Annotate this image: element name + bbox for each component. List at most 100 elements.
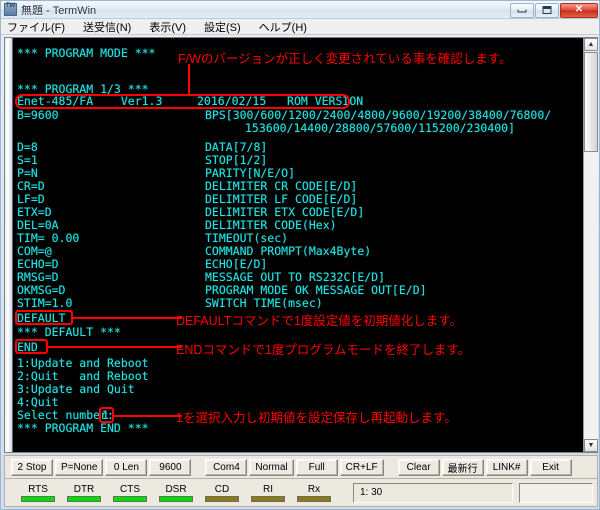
baudrate-button[interactable]: 9600 (149, 458, 192, 476)
terminal-label-bps-2: 153600/14400/28800/57600/115200/230400] (245, 121, 516, 135)
terminal-vertical-scrollbar[interactable]: ▲ ▼ (583, 38, 598, 452)
terminal-label-data: DATA[7/8] (205, 140, 268, 154)
terminal-label-tim: TIMEOUT(sec) (205, 231, 289, 245)
terminal-menu-2: 2:Quit and Reboot (17, 369, 149, 383)
annotation-box-default (15, 310, 73, 325)
annotation-default-command: DEFAULTコマンドで1度設定値を初期値化します。 (176, 314, 463, 328)
terminal-line-program-end: *** PROGRAM END *** (17, 421, 149, 435)
led-label-rts: RTS (28, 483, 48, 495)
latest-line-button[interactable]: 最新行 (441, 458, 484, 476)
terminal-value-okmsg: OKMSG=D (17, 283, 66, 297)
comport-button[interactable]: Com4 (205, 458, 248, 476)
terminal-value-stop: S=1 (17, 153, 38, 167)
newline-button[interactable]: CR+LF (339, 458, 384, 476)
left-gutter (5, 38, 13, 452)
scroll-up-icon[interactable]: ▲ (584, 38, 598, 51)
menu-transfer[interactable]: 送受信(N) (83, 19, 139, 35)
led-lamp-cts (113, 495, 147, 502)
parity-button[interactable]: P=None (55, 458, 104, 476)
terminal-label-bps-1: BPS[300/600/1200/2400/4800/9600/19200/38… (205, 108, 552, 122)
terminal-label-stop: STOP[1/2] (205, 153, 268, 167)
annotation-select-one: 1を選択入力し初期値を設定保存し再起動します。 (176, 411, 457, 425)
annotation-leader-default (72, 317, 182, 319)
menu-bar: ファイル(F) 送受信(N) 表示(V) 設定(S) ヘルプ(H) (1, 19, 599, 35)
led-lamp-rts (21, 495, 55, 502)
terminal-label-cr: DELIMITER CR CODE[E/D] (205, 179, 358, 193)
app-icon (4, 3, 17, 16)
close-icon: ✕ (574, 4, 584, 15)
terminal-menu-3: 3:Update and Quit (17, 382, 135, 396)
clear-button[interactable]: Clear (397, 458, 440, 476)
terminal-value-cr: CR=D (17, 179, 45, 193)
close-button[interactable]: ✕ (560, 2, 598, 18)
terminal-screen[interactable]: *** PROGRAM MODE *** *** PROGRAM 1/3 ***… (13, 38, 583, 452)
terminal-label-echo: ECHO[E/D] (205, 257, 268, 271)
minimize-button[interactable] (510, 2, 534, 18)
title-bar: 無題 - TermWin ✕ (1, 1, 599, 19)
led-lamp-dtr (67, 495, 101, 502)
counter-field: 1: 30 (353, 482, 513, 503)
terminal-value-etx: ETX=D (17, 205, 52, 219)
terminal-label-okmsg: PROGRAM MODE OK MESSAGE OUT[E/D] (205, 283, 427, 297)
led-lamp-dsr (159, 495, 193, 502)
terminal-label-parity: PARITY[N/E/O] (205, 166, 296, 180)
stopbit-button[interactable]: 2 Stop (11, 458, 53, 476)
menu-help[interactable]: ヘルプ(H) (259, 19, 315, 35)
terminal-value-bps: B=9600 (17, 108, 59, 122)
led-dtr: DTR (63, 484, 105, 502)
led-label-cd: CD (214, 483, 230, 495)
menu-view[interactable]: 表示(V) (149, 19, 194, 35)
restore-button[interactable] (535, 2, 559, 18)
terminal-menu-4: 4:Quit (17, 395, 59, 409)
terminal-menu-1: 1:Update and Reboot (17, 356, 149, 370)
terminal-label-com: COMMAND PROMPT(Max4Byte) (205, 244, 372, 258)
terminal-value-lf: LF=D (17, 192, 45, 206)
annotation-box-select (99, 407, 114, 423)
length-button[interactable]: 0 Len (105, 458, 148, 476)
led-ri: RI (247, 484, 289, 502)
led-label-ri: RI (263, 483, 273, 495)
terminal-value-parity: P=N (17, 166, 38, 180)
terminal-label-del: DELIMITER CODE(Hex) (205, 218, 337, 232)
annotation-box-end (15, 339, 48, 354)
scrollbar-thumb[interactable] (584, 52, 598, 152)
menu-file[interactable]: ファイル(F) (7, 19, 73, 35)
minimize-icon (517, 9, 527, 13)
scroll-down-icon[interactable]: ▼ (584, 439, 598, 452)
led-label-rx: Rx (307, 483, 321, 495)
status-message-field (519, 482, 593, 503)
terminal-line-program-mode: *** PROGRAM MODE *** (17, 46, 156, 60)
terminal-label-stim: SWITCH TIME(msec) (205, 296, 323, 310)
led-lamp-rx (297, 495, 331, 502)
link-button[interactable]: LINK# (485, 458, 528, 476)
menu-settings[interactable]: 設定(S) (204, 19, 249, 35)
terminal-value-com: COM=@ (17, 244, 52, 258)
annotation-leader-select (113, 415, 182, 417)
led-dsr: DSR (155, 484, 197, 502)
terminal-value-tim: TIM= 0.00 (17, 231, 80, 245)
caption-button-group: ✕ (510, 1, 598, 19)
terminal-label-lf: DELIMITER LF CODE[E/D] (205, 192, 358, 206)
led-cts: CTS (109, 484, 151, 502)
termwin-window: 無題 - TermWin ✕ ファイル(F) 送受信(N) 表示(V) 設定(S… (0, 0, 600, 510)
led-label-cts: CTS (120, 483, 140, 495)
annotation-box-version (15, 94, 350, 109)
led-rx: Rx (293, 484, 335, 502)
mode-button[interactable]: Normal (249, 458, 294, 476)
terminal-panel: *** PROGRAM MODE *** *** PROGRAM 1/3 ***… (4, 37, 598, 453)
terminal-line-default-echo: *** DEFAULT *** (17, 325, 121, 339)
led-rts: RTS (17, 484, 59, 502)
led-cd: CD (201, 484, 243, 502)
terminal-label-etx: DELIMITER ETX CODE[E/D] (205, 205, 365, 219)
window-title: 無題 - TermWin (21, 4, 97, 17)
duplex-button[interactable]: Full (295, 458, 338, 476)
annotation-leader-end (47, 346, 182, 348)
restore-icon (542, 6, 552, 14)
annotation-firmware-version: F/Wのバージョンが正しく変更されている事を確認します。 (178, 52, 512, 66)
led-label-dtr: DTR (73, 483, 95, 495)
terminal-value-stim: STIM=1.0 (17, 296, 73, 310)
exit-button[interactable]: Exit (529, 458, 572, 476)
terminal-value-echo: ECHO=D (17, 257, 59, 271)
status-bar: RTS DTR CTS DSR CD RI Rx 1: 30 (4, 479, 598, 507)
led-indicator-group: RTS DTR CTS DSR CD RI Rx (13, 482, 343, 504)
